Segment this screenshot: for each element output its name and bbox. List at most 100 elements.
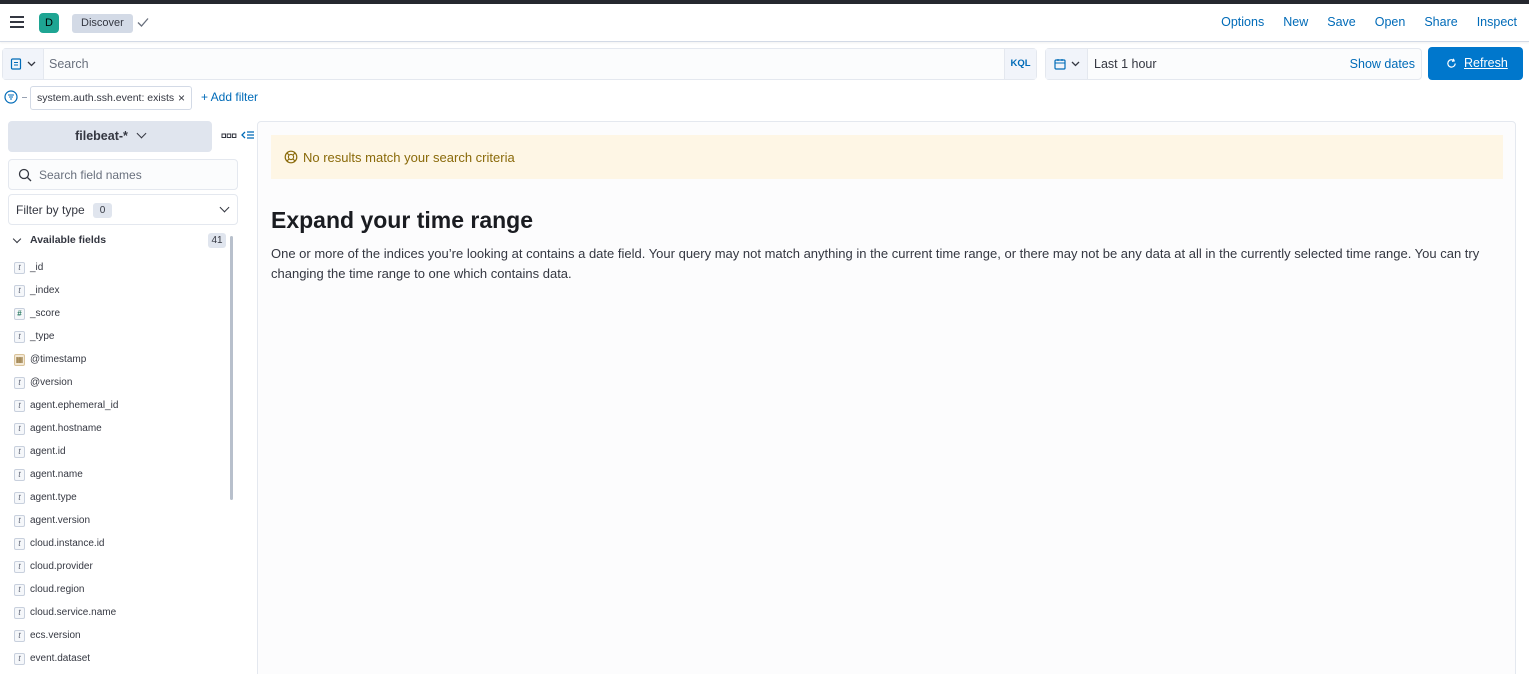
string-type-icon: t bbox=[14, 560, 25, 573]
string-type-icon: t bbox=[14, 330, 25, 343]
menu-share[interactable]: Share bbox=[1424, 15, 1457, 29]
top-nav-header: D Discover Options New Save Open Share I… bbox=[0, 4, 1529, 42]
query-bar: KQL bbox=[2, 48, 1037, 80]
close-icon[interactable]: × bbox=[178, 87, 185, 109]
field-name: _index bbox=[30, 285, 60, 296]
breadcrumb-discover[interactable]: Discover bbox=[72, 14, 133, 33]
callout-text: No results match your search criteria bbox=[303, 150, 515, 165]
string-type-icon: t bbox=[14, 537, 25, 550]
chevron-down-icon bbox=[219, 202, 230, 213]
filter-pill[interactable]: system.auth.ssh.event: exists × bbox=[30, 86, 192, 110]
saved-query-button[interactable] bbox=[3, 49, 44, 79]
field-item[interactable]: ▦ @timestamp bbox=[14, 348, 224, 371]
top-menu: Options New Save Open Share Inspect bbox=[1202, 15, 1517, 29]
sidebar-scrollbar[interactable] bbox=[230, 236, 233, 500]
string-type-icon: t bbox=[14, 514, 25, 527]
quick-menu-button[interactable] bbox=[1046, 49, 1088, 79]
field-item[interactable]: t cloud.service.name bbox=[14, 601, 224, 624]
menu-new[interactable]: New bbox=[1283, 15, 1308, 29]
menu-options[interactable]: Options bbox=[1221, 15, 1264, 29]
field-name: @timestamp bbox=[30, 354, 87, 365]
calendar-icon bbox=[1054, 59, 1066, 70]
menu-save[interactable]: Save bbox=[1327, 15, 1356, 29]
field-name: agent.hostname bbox=[30, 423, 102, 434]
available-fields-count: 41 bbox=[208, 233, 226, 248]
field-item[interactable]: # _score bbox=[14, 302, 224, 325]
field-item[interactable]: t agent.hostname bbox=[14, 417, 224, 440]
field-search bbox=[8, 159, 238, 190]
filter-by-type[interactable]: Filter by type 0 bbox=[8, 194, 238, 225]
field-name: agent.version bbox=[30, 515, 91, 526]
refresh-button[interactable]: Refresh bbox=[1428, 47, 1523, 80]
refresh-label: Refresh bbox=[1464, 56, 1508, 70]
field-name: agent.id bbox=[30, 446, 66, 457]
field-item[interactable]: t cloud.provider bbox=[14, 555, 224, 578]
field-search-input[interactable] bbox=[39, 160, 229, 189]
chevron-down-icon bbox=[1071, 61, 1080, 67]
field-name: ecs.version bbox=[30, 630, 81, 641]
field-item[interactable]: t _id bbox=[14, 256, 224, 279]
field-item[interactable]: t agent.type bbox=[14, 486, 224, 509]
field-name: _id bbox=[30, 262, 44, 273]
filter-menu-icon[interactable] bbox=[4, 90, 18, 104]
field-name: cloud.instance.id bbox=[30, 538, 105, 549]
string-type-icon: t bbox=[14, 422, 25, 435]
field-name: _type bbox=[30, 331, 55, 342]
index-pattern-label: filebeat-* bbox=[75, 129, 128, 143]
string-type-icon: t bbox=[14, 284, 25, 297]
number-type-icon: # bbox=[14, 307, 25, 320]
help-icon bbox=[284, 150, 298, 164]
field-item[interactable]: t _type bbox=[14, 325, 224, 348]
time-range-label[interactable]: Last 1 hour bbox=[1094, 57, 1157, 71]
field-item[interactable]: t agent.name bbox=[14, 463, 224, 486]
help-text: One or more of the indices you’re lookin… bbox=[271, 246, 1480, 281]
field-name: agent.ephemeral_id bbox=[30, 400, 119, 411]
field-name: cloud.provider bbox=[30, 561, 93, 572]
field-item[interactable]: t _index bbox=[14, 279, 224, 302]
no-results-callout: No results match your search criteria bbox=[271, 135, 1503, 179]
field-name: agent.type bbox=[30, 492, 77, 503]
field-name: _score bbox=[30, 308, 61, 319]
check-icon bbox=[137, 18, 149, 27]
kql-toggle[interactable]: KQL bbox=[1004, 49, 1036, 79]
string-type-icon: t bbox=[14, 629, 25, 642]
chevron-down-icon bbox=[12, 234, 22, 244]
field-item[interactable]: t cloud.instance.id bbox=[14, 532, 224, 555]
field-name: cloud.region bbox=[30, 584, 85, 595]
string-type-icon: t bbox=[14, 652, 25, 665]
space-avatar[interactable]: D bbox=[39, 13, 59, 33]
index-pattern-selector[interactable]: filebeat-* bbox=[8, 121, 212, 152]
add-filter-button[interactable]: + Add filter bbox=[201, 90, 258, 104]
menu-open[interactable]: Open bbox=[1375, 15, 1406, 29]
field-item[interactable]: t @version bbox=[14, 371, 224, 394]
chevron-down-icon bbox=[27, 61, 36, 67]
field-item[interactable]: t agent.id bbox=[14, 440, 224, 463]
search-input[interactable] bbox=[49, 49, 999, 79]
field-item[interactable]: t agent.version bbox=[14, 509, 224, 532]
chevron-down-icon bbox=[136, 128, 147, 139]
available-fields-header[interactable]: Available fields 41 bbox=[8, 232, 228, 250]
options-icon[interactable] bbox=[221, 131, 237, 141]
search-icon bbox=[18, 168, 32, 182]
available-fields-label: Available fields bbox=[30, 234, 107, 246]
menu-icon[interactable] bbox=[10, 16, 24, 28]
filter-pill-label: system.auth.ssh.event: exists bbox=[37, 92, 175, 104]
field-name: event.dataset bbox=[30, 653, 91, 664]
filter-count-badge: 0 bbox=[93, 203, 112, 218]
show-dates-link[interactable]: Show dates bbox=[1350, 57, 1415, 71]
field-item[interactable]: t ecs.version bbox=[14, 624, 224, 647]
collapse-sidebar-icon[interactable] bbox=[241, 129, 255, 143]
field-item[interactable]: t event.dataset bbox=[14, 647, 224, 670]
field-item[interactable]: t cloud.region bbox=[14, 578, 224, 601]
field-item[interactable]: t agent.ephemeral_id bbox=[14, 394, 224, 417]
date-picker: Last 1 hour Show dates bbox=[1045, 48, 1422, 80]
field-name: agent.name bbox=[30, 469, 83, 480]
refresh-icon bbox=[1447, 58, 1456, 68]
main-panel: No results match your search criteria Ex… bbox=[257, 121, 1516, 674]
string-type-icon: t bbox=[14, 261, 25, 274]
field-name: @version bbox=[30, 377, 73, 388]
filter-divider bbox=[22, 97, 27, 98]
string-type-icon: t bbox=[14, 468, 25, 481]
page-title: Expand your time range bbox=[271, 207, 534, 233]
menu-inspect[interactable]: Inspect bbox=[1477, 15, 1517, 29]
